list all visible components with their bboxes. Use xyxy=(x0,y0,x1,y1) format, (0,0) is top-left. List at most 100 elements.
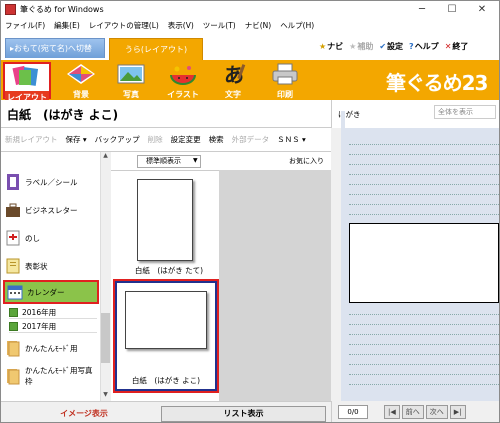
tool-layout-button[interactable]: レイアウト xyxy=(3,62,51,104)
folder-icon xyxy=(7,369,20,385)
printer-icon xyxy=(272,63,298,85)
help-link[interactable]: ?ヘルプ xyxy=(409,41,439,52)
tab-image-view[interactable]: イメージ表示 xyxy=(9,406,159,422)
category-noshi[interactable]: のし xyxy=(3,226,99,250)
sns-button[interactable]: ＳＮＳ ▾ xyxy=(277,134,306,145)
view-tabs: イメージ表示 リスト表示 xyxy=(1,401,331,422)
guide-line xyxy=(349,371,499,375)
guide-line xyxy=(349,321,499,325)
menu-file[interactable]: ファイル(F) xyxy=(5,20,45,31)
save-button[interactable]: 保存 ▾ xyxy=(66,134,87,145)
template-item-selected[interactable]: 白紙 (はがき よこ) xyxy=(113,279,219,393)
category-scrollbar[interactable] xyxy=(100,152,111,401)
menu-bar: ファイル(F) 編集(E) レイアウトの管理(L) 表示(V) ツール(T) ナ… xyxy=(1,18,499,32)
category-label-sticker[interactable]: ラベル／シール xyxy=(3,170,99,194)
close-button[interactable]: ✕ xyxy=(467,1,497,18)
scroll-up-arrow-icon[interactable]: ▲ xyxy=(101,152,110,162)
scroll-down-arrow-icon[interactable]: ▼ xyxy=(101,391,110,401)
last-page-button[interactable]: ▶| xyxy=(449,405,466,419)
question-icon: ? xyxy=(409,42,414,51)
check-icon: ✔ xyxy=(379,42,387,51)
guide-line xyxy=(349,141,499,145)
layout-toolbar: 新規レイアウト 保存 ▾ バックアップ 削除 設定変更 検索 外部データ ＳＮＳ… xyxy=(1,128,331,152)
app-icon xyxy=(5,4,16,15)
star-icon: ★ xyxy=(349,42,357,51)
title-bar: 筆ぐるめ for Windows ─ ☐ ✕ xyxy=(1,1,499,18)
close-x-icon: ✕ xyxy=(444,42,452,51)
settings-change-button[interactable]: 設定変更 xyxy=(171,134,201,145)
guide-line xyxy=(349,171,499,175)
template-label: 白紙 (はがき たて) xyxy=(134,266,204,275)
guide-line xyxy=(349,161,499,165)
page-nav: |◀ 前へ 次へ ▶| xyxy=(384,405,466,419)
zoom-select[interactable]: 全体を表示 xyxy=(434,105,496,119)
calendar-icon xyxy=(7,285,23,300)
tool-background-button[interactable]: 背景 xyxy=(57,62,105,99)
top-links: ★ナビ ★補助 ✔設定 ?ヘルプ ✕終了 xyxy=(319,41,468,52)
next-page-button[interactable]: 次へ xyxy=(425,405,448,419)
delete-button[interactable]: 削除 xyxy=(148,134,163,145)
tool-print-button[interactable]: 印刷 xyxy=(261,62,309,99)
guide-line xyxy=(349,181,499,185)
menu-layout-manage[interactable]: レイアウトの管理(L) xyxy=(89,20,159,31)
tool-label: 印刷 xyxy=(277,90,293,99)
menu-edit[interactable]: 編集(E) xyxy=(54,20,80,31)
category-business-letter[interactable]: ビジネスレター xyxy=(3,198,99,222)
subcategory-2017[interactable]: 2017年用 xyxy=(9,320,97,333)
tab-list-view[interactable]: リスト表示 xyxy=(161,406,326,422)
new-layout-button[interactable]: 新規レイアウト xyxy=(5,134,58,145)
guide-line xyxy=(349,311,499,315)
assist-link[interactable]: ★補助 xyxy=(349,41,373,52)
maximize-button[interactable]: ☐ xyxy=(437,1,467,18)
tab-front-address[interactable]: ▸おもて(宛て名)へ切替 xyxy=(5,38,105,58)
tab-back-layout[interactable]: うら(レイアウト) xyxy=(109,38,203,60)
tool-photo-button[interactable]: 写真 xyxy=(107,62,155,99)
scroll-thumb[interactable] xyxy=(101,313,110,363)
noshi-icon xyxy=(6,230,20,246)
minimize-button[interactable]: ─ xyxy=(407,1,437,18)
first-page-button[interactable]: |◀ xyxy=(384,405,400,419)
prev-page-button[interactable]: 前へ xyxy=(401,405,424,419)
template-label: 白紙 (はがき よこ) xyxy=(131,376,201,385)
preview-footer: 0/0 |◀ 前へ 次へ ▶| xyxy=(331,401,499,422)
sort-select[interactable]: 標準順表示 xyxy=(137,155,201,168)
menu-view[interactable]: 表示(V) xyxy=(168,20,194,31)
category-easy-mode-photo-frame[interactable]: かんたんﾓｰﾄﾞ用写真枠 xyxy=(3,364,99,388)
layout-icon xyxy=(12,65,39,86)
search-button[interactable]: 検索 xyxy=(209,134,224,145)
tool-text-button[interactable]: あ 文字 xyxy=(209,62,257,99)
certificate-icon xyxy=(6,258,20,274)
tool-label: 背景 xyxy=(73,90,89,99)
layout-panel-header: 白紙 (はがき よこ) xyxy=(1,100,331,128)
guide-line xyxy=(349,191,499,195)
menu-help[interactable]: ヘルプ(H) xyxy=(280,20,314,31)
category-calendar[interactable]: カレンダー xyxy=(3,280,99,304)
template-thumb-landscape[interactable] xyxy=(125,291,207,349)
subcategory-2016[interactable]: 2016年用 xyxy=(9,306,97,319)
backup-button[interactable]: バックアップ xyxy=(95,134,140,145)
menu-navi[interactable]: ナビ(N) xyxy=(245,20,271,31)
settings-link[interactable]: ✔設定 xyxy=(379,41,403,52)
postcard-preview[interactable] xyxy=(349,223,499,303)
preview-panel-header: はがき 全体を表示 xyxy=(331,100,499,128)
category-certificate[interactable]: 表彰状 xyxy=(3,254,99,278)
illust-icon xyxy=(170,66,196,85)
external-data-button[interactable]: 外部データ xyxy=(232,134,270,145)
template-thumb-portrait[interactable] xyxy=(137,179,193,261)
guide-line xyxy=(349,361,499,365)
text-brush-icon: あ xyxy=(224,63,246,87)
category-list: ラベル／シール ビジネスレター のし 表彰状 カレンダー 2016年用 2017… xyxy=(1,152,111,401)
guide-line xyxy=(349,351,499,355)
chevron-down-icon[interactable]: ▼ xyxy=(193,157,198,164)
tool-illust-button[interactable]: イラスト xyxy=(159,62,207,99)
favorites-link[interactable]: お気に入り xyxy=(289,156,324,166)
label-icon xyxy=(7,174,19,190)
folder-square-icon xyxy=(9,321,18,331)
exit-link[interactable]: ✕終了 xyxy=(445,41,469,52)
guide-line xyxy=(349,341,499,345)
main-toolbar: レイアウト 背景 写真 イラスト あ 文字 印刷 筆ぐるめ23 xyxy=(1,60,499,104)
navi-link[interactable]: ★ナビ xyxy=(319,41,343,52)
page-counter: 0/0 xyxy=(338,405,368,419)
menu-tools[interactable]: ツール(T) xyxy=(203,20,236,31)
category-easy-mode[interactable]: かんたんﾓｰﾄﾞ用 xyxy=(3,336,99,360)
